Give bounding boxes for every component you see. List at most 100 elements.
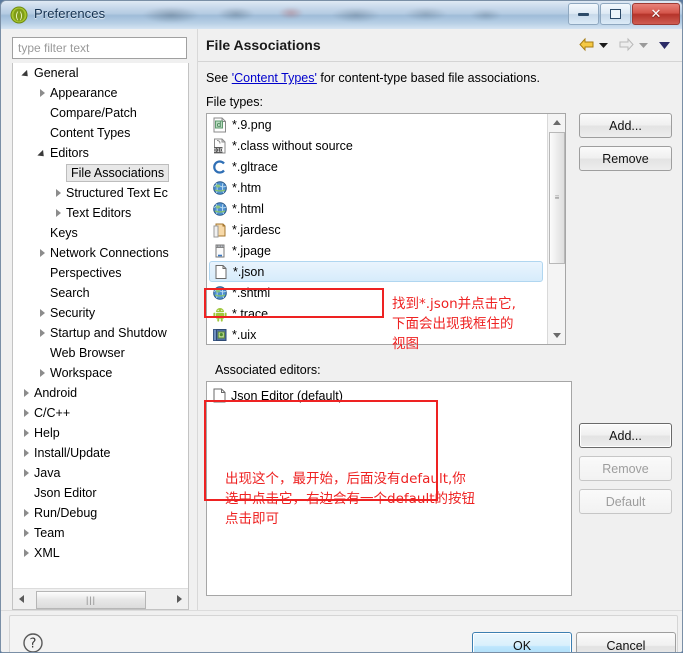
sidebar-item-json-editor[interactable]: Json Editor bbox=[13, 483, 188, 503]
file-type-name: *.htm bbox=[232, 180, 262, 195]
page-title: File Associations bbox=[206, 37, 321, 53]
sidebar-item-editors[interactable]: Editors bbox=[13, 143, 188, 163]
associated-editors-label: Associated editors: bbox=[212, 363, 324, 377]
filter-input[interactable]: type filter text bbox=[12, 37, 187, 59]
file-types-vertical-scrollbar[interactable]: ≡ bbox=[547, 114, 565, 344]
jar-description-icon bbox=[212, 222, 228, 238]
window-title: Preferences bbox=[34, 6, 106, 21]
hscroll-thumb[interactable]: ||| bbox=[36, 591, 146, 609]
sidebar-item-label: Startup and Shutdow bbox=[50, 326, 167, 340]
sidebar-item-java[interactable]: Java bbox=[13, 463, 188, 483]
sidebar-item-label: Run/Debug bbox=[34, 506, 98, 520]
content-types-link[interactable]: 'Content Types' bbox=[232, 71, 317, 85]
file-type-row[interactable]: *.jpage bbox=[207, 240, 547, 261]
sidebar-item-label: Web Browser bbox=[50, 346, 125, 360]
file-types-remove-button[interactable]: Remove bbox=[579, 146, 672, 171]
file-types-add-button[interactable]: Add... bbox=[579, 113, 672, 138]
chevron-right-icon[interactable] bbox=[35, 303, 49, 323]
window-controls: ✕ bbox=[568, 3, 680, 25]
chevron-right-icon[interactable] bbox=[51, 203, 65, 223]
chevron-right-icon[interactable] bbox=[19, 383, 33, 403]
help-question-icon[interactable]: ? bbox=[22, 632, 44, 653]
cancel-button[interactable]: Cancel bbox=[576, 632, 676, 652]
close-button[interactable]: ✕ bbox=[632, 3, 680, 25]
chevron-down-icon[interactable] bbox=[35, 143, 49, 163]
svg-text:d: d bbox=[217, 121, 221, 129]
scroll-right-arrow-icon[interactable] bbox=[171, 590, 188, 608]
scroll-left-arrow-icon[interactable] bbox=[13, 590, 30, 608]
chevron-right-icon[interactable] bbox=[19, 503, 33, 523]
scroll-down-arrow-icon[interactable] bbox=[548, 327, 565, 344]
file-type-row[interactable]: *.html bbox=[207, 198, 547, 219]
sidebar-item-perspectives[interactable]: Perspectives bbox=[13, 263, 188, 283]
uix-book-icon bbox=[212, 327, 228, 343]
chevron-right-icon[interactable] bbox=[51, 183, 65, 203]
annotation-text-file-types: 找到*.json并点击它, 下面会出现我框住的 视图 bbox=[392, 296, 516, 352]
maximize-icon bbox=[610, 9, 621, 19]
file-type-name: *.json bbox=[233, 264, 265, 279]
sidebar-item-file-associations[interactable]: File Associations bbox=[13, 163, 188, 183]
sidebar-item-structured-text-ec[interactable]: Structured Text Ec bbox=[13, 183, 188, 203]
associated-add-button[interactable]: Add... bbox=[579, 423, 672, 448]
view-menu-icon[interactable] bbox=[658, 40, 671, 50]
tree-horizontal-scrollbar[interactable]: ||| bbox=[13, 588, 188, 609]
file-type-row[interactable]: *.jardesc bbox=[207, 219, 547, 240]
sidebar-item-security[interactable]: Security bbox=[13, 303, 188, 323]
associated-remove-button: Remove bbox=[579, 456, 672, 481]
vscroll-thumb[interactable]: ≡ bbox=[549, 132, 565, 264]
desc-suffix: for content-type based file associations… bbox=[316, 71, 540, 85]
sidebar-item-workspace[interactable]: Workspace bbox=[13, 363, 188, 383]
sidebar-item-appearance[interactable]: Appearance bbox=[13, 83, 188, 103]
file-type-name: *.gltrace bbox=[232, 159, 278, 174]
back-arrow-icon[interactable] bbox=[578, 37, 595, 52]
chevron-right-icon[interactable] bbox=[35, 243, 49, 263]
sidebar-item-compare-patch[interactable]: Compare/Patch bbox=[13, 103, 188, 123]
chevron-right-icon[interactable] bbox=[35, 363, 49, 383]
back-dropdown-icon[interactable] bbox=[598, 40, 609, 50]
chevron-right-icon[interactable] bbox=[19, 543, 33, 563]
sidebar-item-startup-and-shutdow[interactable]: Startup and Shutdow bbox=[13, 323, 188, 343]
sidebar-item-run-debug[interactable]: Run/Debug bbox=[13, 503, 188, 523]
sidebar-item-xml[interactable]: XML bbox=[13, 543, 188, 563]
sidebar-item-text-editors[interactable]: Text Editors bbox=[13, 203, 188, 223]
chevron-right-icon[interactable] bbox=[19, 403, 33, 423]
sidebar-item-label: File Associations bbox=[66, 164, 170, 182]
chevron-right-icon[interactable] bbox=[35, 83, 49, 103]
ok-button[interactable]: OK bbox=[472, 632, 572, 652]
sidebar-item-content-types[interactable]: Content Types bbox=[13, 123, 188, 143]
sidebar-item-c-c[interactable]: C/C++ bbox=[13, 403, 188, 423]
chevron-right-icon[interactable] bbox=[19, 523, 33, 543]
sidebar-item-general[interactable]: General bbox=[13, 63, 188, 83]
sidebar-item-keys[interactable]: Keys bbox=[13, 223, 188, 243]
chevron-right-icon[interactable] bbox=[35, 323, 49, 343]
file-type-row[interactable]: *.json bbox=[209, 261, 543, 282]
minimize-button[interactable] bbox=[568, 3, 599, 25]
file-type-row[interactable]: 010 *.class without source bbox=[207, 135, 547, 156]
sidebar-item-web-browser[interactable]: Web Browser bbox=[13, 343, 188, 363]
sidebar-item-network-connections[interactable]: Network Connections bbox=[13, 243, 188, 263]
chevron-right-icon[interactable] bbox=[19, 443, 33, 463]
file-type-row[interactable]: *.gltrace bbox=[207, 156, 547, 177]
sidebar-item-label: Appearance bbox=[50, 86, 118, 100]
titlebar-glass-blur bbox=[141, 1, 561, 29]
file-type-name: *.trace bbox=[232, 306, 269, 321]
scroll-up-arrow-icon[interactable] bbox=[548, 114, 565, 131]
maximize-button[interactable] bbox=[600, 3, 631, 25]
sidebar-item-help[interactable]: Help bbox=[13, 423, 188, 443]
sidebar-item-search[interactable]: Search bbox=[13, 283, 188, 303]
sidebar-item-team[interactable]: Team bbox=[13, 523, 188, 543]
chevron-right-icon[interactable] bbox=[19, 423, 33, 443]
sidebar-item-label: Help bbox=[34, 426, 60, 440]
file-type-row[interactable]: *.htm bbox=[207, 177, 547, 198]
globe-html-icon bbox=[212, 180, 228, 196]
forward-dropdown-icon bbox=[639, 42, 648, 48]
chevron-down-icon[interactable] bbox=[19, 63, 33, 83]
hscroll-track[interactable]: ||| bbox=[30, 590, 171, 609]
associated-editor-row[interactable]: Json Editor (default) bbox=[213, 388, 343, 403]
sidebar-item-android[interactable]: Android bbox=[13, 383, 188, 403]
file-type-row[interactable]: d *.9.png bbox=[207, 114, 547, 135]
preferences-tree[interactable]: General Appearance Compare/Patch Content Ty… bbox=[12, 63, 189, 610]
sidebar-item-install-update[interactable]: Install/Update bbox=[13, 443, 188, 463]
file-type-name: *.html bbox=[232, 201, 264, 216]
chevron-right-icon[interactable] bbox=[19, 463, 33, 483]
